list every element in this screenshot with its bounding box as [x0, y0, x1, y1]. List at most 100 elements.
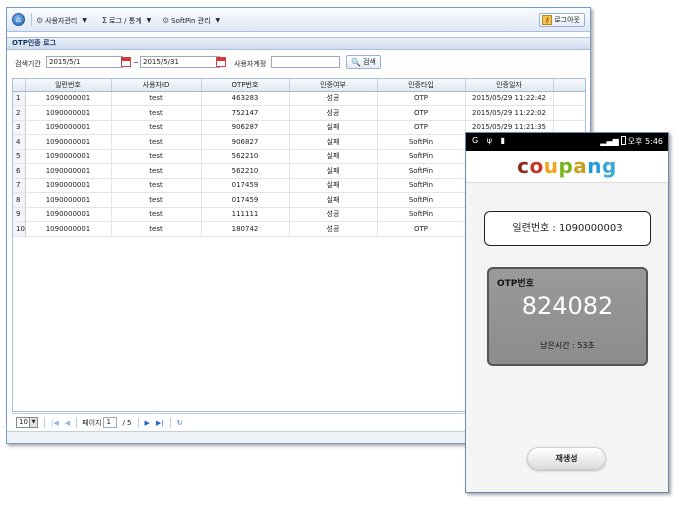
search-button-label: 검색 — [362, 58, 376, 66]
row-number: 5 — [13, 149, 26, 164]
status-icons: G ψ ▮ — [472, 136, 508, 145]
table-cell: 111111 — [201, 207, 290, 222]
row-number: 4 — [13, 134, 26, 150]
column-header[interactable]: 일련번호 — [25, 79, 112, 92]
date-to-field[interactable]: 2015/5/31 — [140, 56, 220, 68]
page-size-select[interactable]: 10 ▼ — [16, 417, 38, 428]
table-cell: 017459 — [201, 192, 290, 208]
account-input[interactable] — [271, 56, 340, 68]
search-button[interactable]: 🔍 검색 — [346, 55, 381, 69]
table-cell: 1090000001 — [25, 91, 112, 106]
menu-label: 사용자관리 — [45, 17, 78, 25]
calendar-icon[interactable] — [216, 57, 226, 67]
logo-letter: n — [587, 154, 603, 178]
prev-page-icon[interactable]: ◀ — [65, 419, 70, 427]
pager-separator — [137, 417, 139, 428]
table-cell: test — [111, 163, 202, 179]
menu-separator — [31, 13, 32, 26]
chevron-down-icon: ▼ — [215, 17, 221, 24]
table-cell: 1090000001 — [25, 192, 112, 208]
page-label: 페이지 — [82, 418, 102, 427]
table-cell: 017459 — [201, 178, 290, 193]
logout-button[interactable]: ⚷ 로그아웃 — [539, 13, 585, 27]
otp-app-content: 일련번호 : 1090000003 OTP번호 824082 남은시간 : 53… — [466, 183, 668, 492]
calendar-icon[interactable] — [121, 57, 131, 67]
column-header[interactable]: 인증일자 — [465, 79, 554, 92]
table-cell-spacer — [553, 91, 585, 106]
status-bar: G ψ ▮ ▂▄▆ 오후 5:46 — [466, 133, 668, 151]
chevron-down-icon: ▼ — [146, 17, 152, 24]
column-header[interactable]: 인증타입 — [377, 79, 466, 92]
table-cell-spacer — [553, 105, 585, 121]
table-cell: 1090000001 — [25, 221, 112, 237]
row-number: 2 — [13, 105, 26, 121]
gear-icon: ⚙ — [162, 16, 170, 25]
signal-icon: ▂▄▆ — [600, 137, 619, 146]
column-header[interactable]: 사용자ID — [111, 79, 202, 92]
refresh-icon[interactable]: ↻ — [177, 419, 183, 427]
table-cell: 1090000001 — [25, 178, 112, 193]
search-bar: 검색기간 2015/5/1 ~ 2015/5/31 사용자계정 🔍 검색 — [7, 54, 590, 74]
first-page-icon[interactable]: |◀ — [51, 419, 59, 427]
table-cell: 성공 — [289, 207, 378, 222]
table-cell: 562210 — [201, 163, 290, 179]
table-cell: SoftPin — [377, 192, 466, 208]
page-size-value: 10 — [19, 418, 28, 426]
table-cell: test — [111, 178, 202, 193]
date-from-field[interactable]: 2015/5/1 — [46, 56, 123, 68]
page-input[interactable]: 1 — [103, 417, 118, 428]
home-icon[interactable]: ⌂ — [12, 13, 25, 26]
column-header[interactable]: 인증여부 — [289, 79, 378, 92]
table-cell: 1090000001 — [25, 105, 112, 121]
serial-number-box: 일련번호 : 1090000003 — [484, 211, 651, 246]
table-cell: 성공 — [289, 105, 378, 121]
logout-label: 로그아웃 — [554, 16, 580, 24]
key-icon: ⚷ — [542, 15, 553, 25]
row-number: 1 — [13, 91, 26, 106]
table-cell: 752147 — [201, 105, 290, 121]
regenerate-button[interactable]: 재생성 — [527, 447, 606, 470]
logo-letter: a — [573, 154, 588, 178]
last-page-icon[interactable]: ▶| — [156, 419, 164, 427]
menu-softpin-management[interactable]: ⚙ SoftPin 관리 ▼ — [162, 15, 220, 27]
row-number: 3 — [13, 120, 26, 135]
table-cell: 906287 — [201, 120, 290, 135]
table-row[interactable]: 1 1090000001 test 463283 성공 OTP 2015/05/29 11:… — [13, 91, 585, 106]
table-cell: 1090000001 — [25, 120, 112, 135]
row-number: 8 — [13, 192, 26, 208]
status-right: ▂▄▆ 오후 5:46 — [600, 136, 663, 147]
table-cell: test — [111, 207, 202, 222]
chevron-down-icon: ▼ — [29, 418, 37, 427]
table-cell: test — [111, 149, 202, 164]
row-number: 7 — [13, 178, 26, 193]
menu-user-management[interactable]: ⚙ 사용자관리 ▼ — [36, 15, 87, 27]
menu-log-stats[interactable]: Σ 로그 / 통계 ▼ — [102, 15, 151, 27]
table-cell: SoftPin — [377, 178, 466, 193]
sigma-icon: Σ — [102, 16, 108, 25]
table-cell: 실패 — [289, 178, 378, 193]
search-icon: 🔍 — [351, 57, 361, 67]
users-icon: ⚙ — [36, 16, 44, 25]
menu-label: SoftPin 관리 — [171, 17, 211, 25]
row-number: 6 — [13, 163, 26, 179]
table-cell: OTP — [377, 120, 466, 135]
table-cell: 1090000001 — [25, 149, 112, 164]
chevron-down-icon: ▼ — [82, 17, 87, 24]
column-header-spacer — [553, 79, 585, 92]
logo-letter: o — [529, 154, 544, 178]
table-cell: test — [111, 192, 202, 208]
row-number-header — [13, 79, 26, 92]
table-cell: 실패 — [289, 192, 378, 208]
table-cell: test — [111, 134, 202, 150]
column-header[interactable]: OTP번호 — [201, 79, 290, 92]
table-cell: OTP — [377, 91, 466, 106]
logo-letter: c — [517, 154, 530, 178]
table-row[interactable]: 2 1090000001 test 752147 성공 OTP 2015/05/29 11:… — [13, 105, 585, 121]
panel-title: OTP인증 로그 — [7, 37, 590, 50]
table-cell: SoftPin — [377, 149, 466, 164]
table-header: 일련번호 사용자ID OTP번호 인증여부 인증타입 인증일자 — [13, 79, 585, 92]
next-page-icon[interactable]: ▶ — [145, 419, 150, 427]
table-cell: 1090000001 — [25, 163, 112, 179]
remaining-time: 남은시간 : 53초 — [540, 341, 595, 350]
table-cell: SoftPin — [377, 163, 466, 179]
